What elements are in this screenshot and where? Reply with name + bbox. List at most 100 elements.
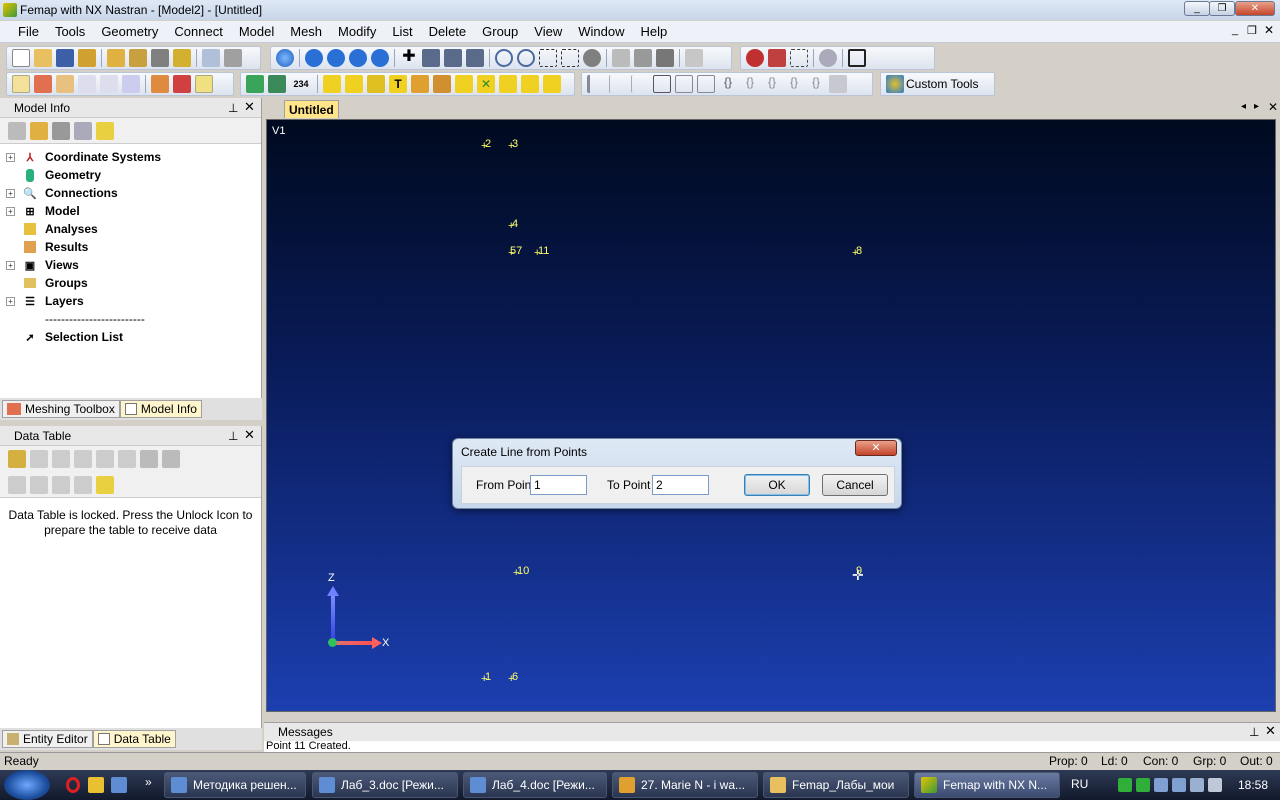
expand-icon[interactable]: + — [6, 152, 15, 162]
entity-display-icon[interactable] — [246, 75, 264, 93]
list-icon[interactable] — [829, 75, 847, 93]
tree-filter-icon[interactable] — [52, 121, 70, 140]
tab-data-table[interactable]: Data Table — [92, 730, 176, 748]
menu-list[interactable]: List — [384, 21, 420, 43]
tree-item-layers[interactable]: + ☰ Layers — [0, 292, 261, 310]
select-pick-icon[interactable] — [768, 49, 786, 67]
custom-tools-button[interactable]: Custom Tools — [906, 77, 978, 91]
graphics-viewport[interactable]: V1 +2 +3 +4 +57 +11 +8 +10 ✛ 9 +1 +6 Z X — [266, 119, 1276, 712]
collapse-rows-icon[interactable] — [162, 450, 180, 468]
expand-icon[interactable]: + — [6, 206, 15, 216]
grid-b-icon[interactable] — [675, 75, 693, 93]
tab-meshing-toolbox[interactable]: Meshing Toolbox — [2, 400, 120, 418]
merge-icon[interactable] — [78, 49, 96, 67]
menu-model[interactable]: Model — [231, 21, 282, 43]
mdi-restore-icon[interactable]: ❐ — [1247, 24, 1257, 37]
rotate-left-icon[interactable] — [305, 49, 323, 67]
save-icon[interactable] — [56, 49, 74, 67]
quicklaunch-icon[interactable] — [88, 777, 104, 793]
filter-2-icon[interactable] — [30, 475, 48, 494]
surface-icon[interactable] — [367, 75, 385, 93]
taskbar-item[interactable]: Лаб_3.doc [Режи... — [312, 772, 458, 798]
menu-connect[interactable]: Connect — [166, 21, 230, 43]
tab-model-info[interactable]: Model Info — [119, 400, 202, 418]
select-entity-icon[interactable] — [746, 49, 764, 67]
post-icon[interactable] — [685, 49, 703, 67]
select-snap-icon[interactable] — [819, 49, 837, 67]
tab-scroll-left-icon[interactable]: ◂ — [1241, 101, 1246, 112]
menu-group[interactable]: Group — [474, 21, 526, 43]
tree-highlight-icon[interactable] — [96, 121, 114, 140]
tree-item-coordinate-systems[interactable]: + ⅄ Coordinate Systems — [0, 148, 261, 166]
mesh-tool-icon[interactable] — [151, 49, 169, 67]
messages-close-icon[interactable]: ✕ — [1265, 723, 1276, 739]
workplane-icon[interactable] — [848, 49, 866, 67]
model-info-close-icon[interactable]: ✕ — [244, 99, 255, 115]
pane-icon-8[interactable] — [173, 75, 191, 93]
rotate-down-icon[interactable] — [371, 49, 389, 67]
tree-item-geometry[interactable]: Geometry — [0, 166, 261, 184]
expand-icon[interactable]: + — [6, 260, 15, 270]
menu-mesh[interactable]: Mesh — [282, 21, 330, 43]
custom-tools-icon[interactable] — [886, 75, 904, 93]
analysis-tool-icon[interactable] — [173, 49, 191, 67]
highlight-icon[interactable] — [96, 475, 114, 494]
view-yz-icon[interactable] — [444, 49, 462, 67]
zoom-out-icon[interactable] — [517, 49, 535, 67]
view-style-icon[interactable] — [612, 49, 630, 67]
tree-item-views[interactable]: + ▣ Views — [0, 256, 261, 274]
clock[interactable]: 18:58 — [1238, 778, 1268, 792]
unlock-icon[interactable] — [8, 450, 26, 468]
rotate-up-icon[interactable] — [349, 49, 367, 67]
menu-geometry[interactable]: Geometry — [93, 21, 166, 43]
load-icon[interactable] — [521, 75, 539, 93]
opera-icon[interactable] — [66, 777, 80, 793]
grid-a-icon[interactable] — [653, 75, 671, 93]
view-xy-icon[interactable] — [422, 49, 440, 67]
expand-icon[interactable]: + — [6, 296, 15, 306]
property-icon[interactable] — [433, 75, 451, 93]
view-options-icon[interactable] — [634, 49, 652, 67]
brace-3-icon[interactable]: {} — [763, 75, 781, 93]
meshing-toolbox-pane-icon[interactable] — [34, 75, 52, 93]
menu-file[interactable]: File — [10, 21, 47, 43]
data-table-pane-icon[interactable] — [78, 75, 96, 93]
pan-icon[interactable]: ✚ — [400, 49, 418, 67]
brace-4-icon[interactable]: {} — [785, 75, 803, 93]
to-point-field[interactable]: 2 — [652, 475, 709, 495]
volume-icon[interactable] — [1208, 778, 1222, 792]
align-center-icon[interactable] — [609, 75, 627, 93]
filter-4-icon[interactable] — [74, 475, 92, 494]
filter-3-icon[interactable] — [52, 475, 70, 494]
tree-open-icon[interactable] — [30, 121, 48, 140]
tray-icon[interactable] — [1118, 778, 1132, 792]
tree-item-selection-list[interactable]: ➚ Selection List — [0, 328, 261, 346]
pane-icon-6[interactable] — [122, 75, 140, 93]
copy-icon[interactable] — [30, 450, 48, 468]
select-box-icon[interactable] — [790, 49, 808, 67]
expand-icon[interactable]: + — [6, 188, 15, 198]
messages-pin-icon[interactable]: ⊥ — [1249, 725, 1259, 739]
quicklaunch-2-icon[interactable] — [111, 777, 127, 793]
magnify-icon[interactable] — [583, 49, 601, 67]
tree-item-connections[interactable]: + 🔍 Connections — [0, 184, 261, 202]
menu-delete[interactable]: Delete — [421, 21, 475, 43]
ok-button[interactable]: OK — [744, 474, 810, 496]
filter-icon[interactable] — [8, 475, 26, 494]
brace-2-icon[interactable]: {} — [741, 75, 759, 93]
autoscale-icon[interactable] — [561, 49, 579, 67]
render-icon[interactable] — [656, 49, 674, 67]
tray-icon[interactable] — [1136, 778, 1150, 792]
taskbar-item[interactable]: Лаб_4.doc [Режи... — [463, 772, 607, 798]
curve-icon[interactable] — [345, 75, 363, 93]
text-icon[interactable]: T — [389, 75, 407, 93]
pin-icon[interactable]: ⊥ — [228, 101, 238, 115]
element-icon[interactable]: ✕ — [477, 75, 495, 93]
align-left-icon[interactable] — [587, 75, 605, 93]
new-icon[interactable] — [12, 49, 30, 67]
quicklaunch-more-icon[interactable]: » — [145, 775, 152, 789]
import-icon[interactable] — [107, 49, 125, 67]
editor-icon[interactable] — [195, 75, 213, 93]
tab-close-icon[interactable]: ✕ — [1268, 100, 1278, 114]
open-icon[interactable] — [34, 49, 52, 67]
